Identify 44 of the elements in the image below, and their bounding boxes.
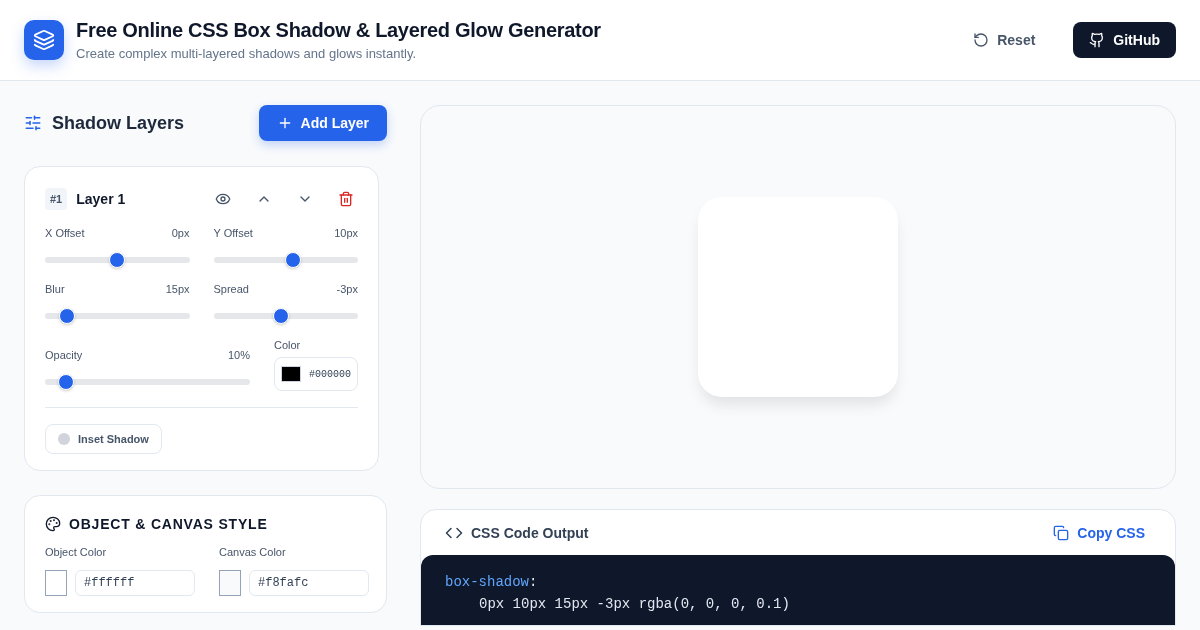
field-label: Object Color xyxy=(45,546,107,558)
slider-thumb[interactable] xyxy=(58,308,75,324)
palette-icon xyxy=(45,516,61,532)
color-swatch[interactable] xyxy=(45,570,67,596)
sliders-icon xyxy=(24,114,42,132)
copy-icon xyxy=(1053,524,1070,541)
slider-thumb[interactable] xyxy=(109,252,126,268)
code-block: box-shadow: 0px 10px 15px -3px rgba(0, 0, 0, 0.1) xyxy=(421,555,1175,625)
section-title: OBJECT & CANVAS STYLE xyxy=(69,516,268,532)
copy-css-button[interactable]: Copy CSS xyxy=(1047,523,1151,542)
field-label: Canvas Color xyxy=(219,546,286,558)
color-picker[interactable]: #000000 xyxy=(274,357,358,391)
slider-value: 0px xyxy=(171,227,190,239)
slider-label: Y Offset xyxy=(213,227,253,239)
color-swatch[interactable] xyxy=(219,570,241,596)
hex-input[interactable]: #f8fafc xyxy=(249,570,369,596)
slider-label: Blur xyxy=(45,283,65,295)
slider-value: 10px xyxy=(334,227,358,239)
trash-icon xyxy=(338,191,354,207)
panel-title-text: Shadow Layers xyxy=(52,112,185,134)
logo-icon xyxy=(24,20,64,60)
slider-label: Opacity xyxy=(45,349,83,361)
eye-icon xyxy=(215,191,231,207)
code-title: CSS Code Output xyxy=(471,524,589,541)
inset-shadow-toggle[interactable]: Inset Shadow xyxy=(45,424,162,454)
color-label: Color xyxy=(274,339,301,351)
slider-thumb[interactable] xyxy=(57,374,74,390)
slider-value: -3px xyxy=(336,283,358,295)
layer-name: Layer 1 xyxy=(76,191,127,207)
hex-input[interactable]: #ffffff xyxy=(75,570,195,596)
slider-value: 15px xyxy=(165,283,190,295)
slider-label: X Offset xyxy=(45,227,85,239)
slider-thumb[interactable] xyxy=(273,308,290,324)
slider-value: 10% xyxy=(227,349,250,361)
app-title: Free Online CSS Box Shadow & Layered Glow Generator xyxy=(76,19,602,42)
slider-thumb[interactable] xyxy=(284,252,301,268)
reset-icon xyxy=(973,32,990,48)
github-icon xyxy=(1089,32,1106,48)
reset-button[interactable]: Reset xyxy=(961,24,1048,56)
add-layer-button[interactable]: Add Layer xyxy=(258,105,387,141)
layer-number: #1 xyxy=(45,188,68,210)
slider-label: Spread xyxy=(213,283,249,295)
app-subtitle: Create complex multi-layered shadows and glows instantly. xyxy=(76,46,418,61)
github-button[interactable]: GitHub xyxy=(1073,22,1176,58)
